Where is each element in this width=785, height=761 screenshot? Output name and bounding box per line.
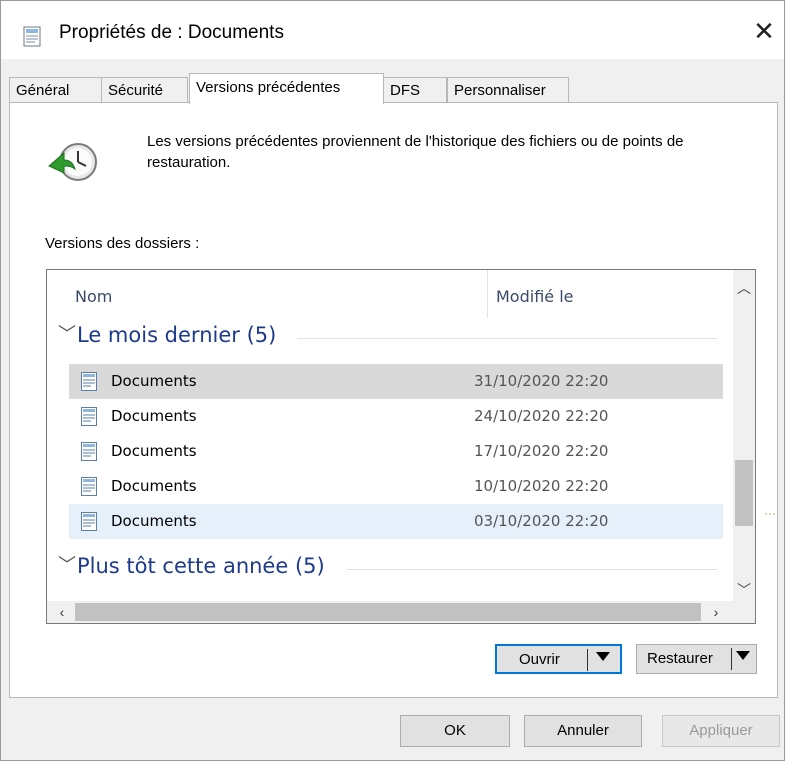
tab-security[interactable]: Sécurité [101,77,188,103]
chevron-up-icon[interactable]: ︿ [733,276,755,300]
history-clock-icon [48,143,97,181]
tab-customize[interactable]: Personnaliser [447,77,569,103]
chevron-down-icon: ﹀ [58,555,76,575]
row-name: Documents [111,477,197,495]
versions-list[interactable]: Nom ﹀ Modifié le ﹀ Le mois dernier (5) D… [46,269,756,624]
row-date: 10/10/2020 22:20 [474,477,609,495]
scrollbar-corner [733,601,755,623]
open-button-label: Ouvrir [519,651,560,668]
row-date: 17/10/2020 22:20 [474,442,609,460]
restore-button[interactable]: Restaurer [636,644,757,674]
open-button[interactable]: Ouvrir [495,644,622,674]
horizontal-scroll-thumb[interactable] [75,603,701,621]
group-label: Le mois dernier (5) [77,323,287,347]
chevron-left-icon[interactable]: ‹ [51,601,73,623]
chevron-down-icon[interactable]: ﹀ [733,578,755,602]
folder-document-icon [81,512,97,531]
folder-document-icon [81,407,97,426]
column-modified-header[interactable]: Modifié le [496,287,574,306]
versions-label: Versions des dossiers : [45,235,200,252]
folder-document-icon [81,372,97,391]
row-name: Documents [111,442,197,460]
row-date: 24/10/2020 22:20 [474,407,609,425]
apply-button[interactable]: Appliquer [662,715,780,747]
document-properties-icon [23,26,41,47]
row-date: 03/10/2020 22:20 [474,512,609,530]
list-item[interactable]: Documents 17/10/2020 22:20 [69,434,723,469]
close-icon: ✕ [753,16,775,46]
cancel-button[interactable]: Annuler [524,715,642,747]
group-label: Plus tôt cette année (5) [77,554,335,578]
split-divider [587,649,588,671]
window-title: Propriétés de : Documents [59,22,284,43]
tab-dfs[interactable]: DFS [383,77,447,103]
column-separator[interactable] [487,270,488,318]
tab-strip: Général Sécurité Versions précédentes DF… [9,73,785,104]
panel-description: Les versions précédentes proviennent de … [147,133,684,171]
dropdown-arrow-icon[interactable] [736,651,750,660]
edge-decoration: ··· [764,506,776,520]
title-bar: Propriétés de : Documents ✕ [1,1,784,59]
restore-button-label: Restaurer [647,650,713,667]
folder-document-icon [81,477,97,496]
row-name: Documents [111,372,197,390]
close-button[interactable]: ✕ [744,11,784,51]
vertical-scroll-thumb[interactable] [735,460,753,526]
list-item[interactable]: Documents 31/10/2020 22:20 [69,364,723,399]
group-last-month[interactable]: ﹀ Le mois dernier (5) [47,318,727,354]
folder-document-icon [81,442,97,461]
sort-chevron-icon: ﹀ [595,269,609,280]
vertical-scrollbar[interactable]: ︿ ﹀ [733,270,755,602]
chevron-down-icon: ﹀ [58,324,76,344]
list-item[interactable]: Documents 10/10/2020 22:20 [69,469,723,504]
group-divider [297,338,717,339]
chevron-right-icon[interactable]: › [705,601,727,623]
row-name: Documents [111,512,197,530]
list-item[interactable]: Documents 24/10/2020 22:20 [69,399,723,434]
previous-versions-panel: Les versions précédentes proviennent de … [9,102,778,698]
tab-general[interactable]: Général [9,77,102,103]
group-earlier-this-year[interactable]: ﹀ Plus tôt cette année (5) [47,549,727,585]
horizontal-scrollbar[interactable]: ‹ › [47,601,755,623]
dropdown-arrow-icon[interactable] [596,652,610,661]
split-divider [731,648,732,670]
ok-button[interactable]: OK [400,715,510,747]
row-name: Documents [111,407,197,425]
group-divider [347,569,717,570]
list-item[interactable]: Documents 03/10/2020 22:20 [69,504,723,539]
tab-previous-versions[interactable]: Versions précédentes [189,73,384,104]
row-date: 31/10/2020 22:20 [474,372,609,390]
properties-dialog: Propriétés de : Documents ✕ Général Sécu… [0,0,785,761]
column-name-header[interactable]: Nom [75,287,112,306]
